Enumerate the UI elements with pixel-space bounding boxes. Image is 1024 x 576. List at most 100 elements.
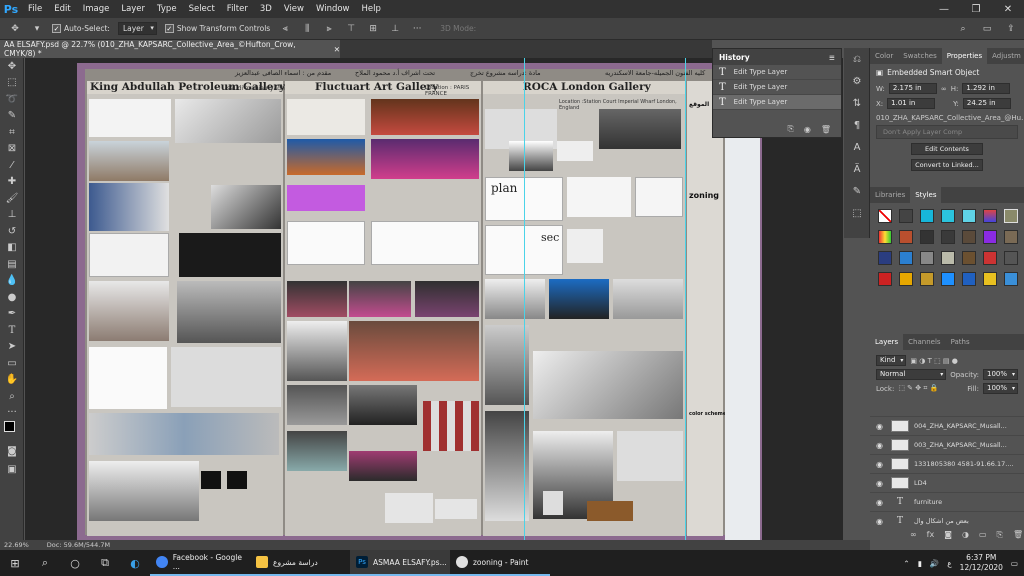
search-icon[interactable]: ⌕: [30, 550, 60, 576]
edge-icon[interactable]: ◐: [120, 550, 150, 576]
layer-row[interactable]: ◉ 1331805380 4581-91.66.17....: [870, 454, 1024, 473]
panel-menu-icon[interactable]: ≡: [829, 53, 835, 62]
volume-icon[interactable]: 🔊: [930, 559, 939, 568]
style-swatch[interactable]: [899, 209, 913, 223]
align-left-icon[interactable]: ⫷: [278, 22, 292, 36]
edit-contents-button[interactable]: Edit Contents: [911, 143, 983, 155]
move-tool-icon[interactable]: ✥: [8, 22, 22, 36]
style-swatch[interactable]: [920, 230, 934, 244]
zoom-level[interactable]: 22.69%: [4, 541, 29, 549]
crop-tool-icon[interactable]: ⌗: [0, 124, 24, 141]
minimize-icon[interactable]: —: [928, 0, 960, 18]
filter-icons[interactable]: ▣ ◑ T ⬚ ▤ ●: [910, 357, 957, 365]
link-icon[interactable]: ∞: [941, 85, 947, 93]
taskbar-app-photoshop[interactable]: Ps ASMAA ELSAFY.ps...: [350, 550, 450, 576]
tool-presets-icon[interactable]: ⚙: [844, 70, 870, 92]
style-swatch[interactable]: [899, 230, 913, 244]
menu-help[interactable]: Help: [356, 0, 387, 18]
zoom-tool-icon[interactable]: ⌕: [0, 388, 24, 405]
network-icon[interactable]: ▮: [918, 559, 922, 568]
width-field[interactable]: 2.175 in: [888, 83, 937, 94]
fx-icon[interactable]: fx: [927, 530, 935, 540]
tab-paths[interactable]: Paths: [946, 334, 975, 350]
style-swatch[interactable]: [899, 272, 913, 286]
style-swatch[interactable]: [1004, 209, 1018, 223]
screen-mode-icon[interactable]: ▣: [0, 461, 24, 478]
folder-icon[interactable]: ▭: [979, 530, 987, 540]
align-bottom-icon[interactable]: ⊥: [388, 22, 402, 36]
workspace-icon[interactable]: ▭: [980, 22, 994, 36]
style-swatch[interactable]: [941, 230, 955, 244]
style-swatch[interactable]: [941, 251, 955, 265]
show-transform-toggle[interactable]: ✓ Show Transform Controls: [164, 24, 270, 33]
height-field[interactable]: 1.292 in: [962, 83, 1011, 94]
auto-select-checkbox[interactable]: ✓: [52, 24, 61, 33]
color-swatches[interactable]: [4, 421, 20, 437]
chevron-up-icon[interactable]: ⌃: [903, 559, 909, 568]
blur-tool-icon[interactable]: 💧: [0, 273, 24, 290]
eye-icon[interactable]: ◉: [876, 422, 886, 431]
history-panel-icon[interactable]: ⎌: [844, 48, 870, 70]
style-swatch[interactable]: [1004, 251, 1018, 265]
path-select-tool-icon[interactable]: ➤: [0, 339, 24, 356]
lasso-tool-icon[interactable]: ➰: [0, 91, 24, 108]
layer-row[interactable]: ◉ 004_ZHA_KAPSARC_Musall...: [870, 416, 1024, 435]
task-view-icon[interactable]: ⧉: [90, 550, 120, 576]
tab-libraries[interactable]: Libraries: [870, 187, 910, 203]
windows-start-icon[interactable]: ⊞: [0, 550, 30, 576]
brush-settings-icon[interactable]: ✎: [844, 180, 870, 202]
more-options-icon[interactable]: ···: [410, 22, 424, 36]
mask-icon[interactable]: ◙: [944, 530, 952, 540]
language-indicator[interactable]: ع: [947, 559, 951, 568]
menu-filter[interactable]: Filter: [221, 0, 254, 18]
brush-tool-icon[interactable]: 🖌: [0, 190, 24, 207]
show-transform-checkbox[interactable]: ✓: [164, 24, 174, 33]
blend-mode-dropdown[interactable]: Normal: [876, 369, 947, 380]
history-brush-tool-icon[interactable]: ↺: [0, 223, 24, 240]
history-item[interactable]: T Edit Type Layer: [713, 65, 841, 80]
layer-row[interactable]: ◉ LD4: [870, 473, 1024, 492]
type-tool-icon[interactable]: T: [0, 322, 24, 339]
gradient-tool-icon[interactable]: ▤: [0, 256, 24, 273]
guide-line-1[interactable]: [524, 58, 525, 540]
history-item-selected[interactable]: T Edit Type Layer: [713, 95, 841, 110]
eye-icon[interactable]: ◉: [876, 460, 886, 469]
menu-image[interactable]: Image: [77, 0, 116, 18]
layer-comp-dropdown[interactable]: Don't Apply Layer Comp: [876, 125, 1018, 139]
taskbar-app-folder[interactable]: دراسة مشروع: [250, 550, 350, 576]
notifications-icon[interactable]: ▭: [1011, 559, 1018, 568]
style-swatch[interactable]: [1004, 230, 1018, 244]
kind-filter-dropdown[interactable]: Kind: [876, 355, 907, 366]
camera-icon[interactable]: ◉: [804, 125, 811, 134]
x-field[interactable]: 1.01 in: [887, 98, 936, 109]
style-swatch[interactable]: [983, 251, 997, 265]
more-tools-icon[interactable]: ···: [0, 405, 24, 422]
clock[interactable]: 6:37 PM 12/12/2020: [960, 553, 1003, 573]
move-tool-icon[interactable]: ✥: [0, 58, 24, 75]
align-middle-icon[interactable]: ⊞: [366, 22, 380, 36]
clone-stamp-tool-icon[interactable]: ⊥: [0, 207, 24, 224]
pen-tool-icon[interactable]: ✒: [0, 306, 24, 323]
style-swatch[interactable]: [1004, 272, 1018, 286]
tab-styles[interactable]: Styles: [910, 187, 942, 203]
eye-icon[interactable]: ◉: [876, 517, 886, 526]
lock-icons[interactable]: ⬚ ✎ ✥ ⌗ 🔒: [898, 384, 938, 393]
convert-linked-button[interactable]: Convert to Linked...: [911, 159, 983, 171]
taskbar-app-paint[interactable]: zooning - Paint: [450, 550, 550, 576]
quick-mask-icon[interactable]: ◙: [0, 443, 24, 460]
menu-select[interactable]: Select: [183, 0, 221, 18]
quick-select-tool-icon[interactable]: ✎: [0, 108, 24, 125]
new-document-icon[interactable]: ⎘: [787, 124, 793, 134]
style-swatch[interactable]: [983, 209, 997, 223]
healing-brush-tool-icon[interactable]: ✚: [0, 174, 24, 191]
menu-3d[interactable]: 3D: [254, 0, 278, 18]
document-tab[interactable]: AA ELSAFY.psd @ 22.7% (010_ZHA_KAPSARC_C…: [0, 40, 340, 58]
paragraph-icon[interactable]: ¶: [844, 114, 870, 136]
tab-swatches[interactable]: Swatches: [898, 48, 941, 64]
menu-view[interactable]: View: [278, 0, 310, 18]
eye-icon[interactable]: ◉: [876, 498, 886, 507]
search-icon[interactable]: ⌕: [956, 22, 970, 36]
chevron-down-icon[interactable]: ▾: [30, 22, 44, 36]
layer-row[interactable]: ◉ 003_ZHA_KAPSARC_Musall...: [870, 435, 1024, 454]
cortana-icon[interactable]: ○: [60, 550, 90, 576]
